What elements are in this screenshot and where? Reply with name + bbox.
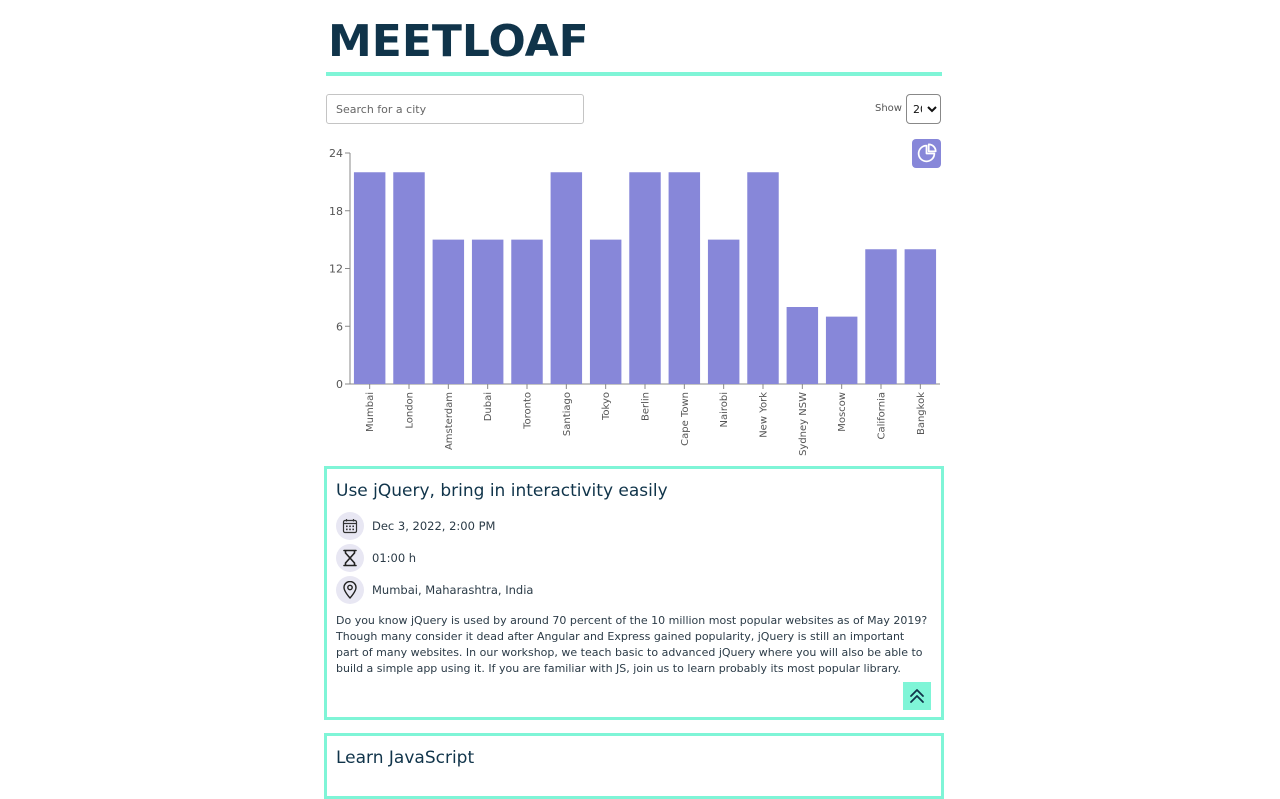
event-card: Learn JavaScript xyxy=(324,733,944,799)
y-tick-label: 0 xyxy=(336,378,343,391)
title-divider xyxy=(326,72,942,76)
city-search-input[interactable] xyxy=(326,94,584,124)
event-card: Use jQuery, bring in interactivity easil… xyxy=(324,466,944,720)
x-tick-label: Amsterdam xyxy=(444,392,455,450)
map-pin-icon xyxy=(336,576,364,604)
collapse-details-button[interactable] xyxy=(903,682,931,710)
bar-dubai xyxy=(471,239,504,384)
show-label: Show xyxy=(875,103,902,114)
event-date: Dec 3, 2022, 2:00 PM xyxy=(372,519,496,533)
app-title: MEETLOAF xyxy=(328,16,589,67)
pie-chart-toggle-button[interactable] xyxy=(912,139,941,168)
x-tick-label: Toronto xyxy=(523,392,534,430)
x-tick-label: Cape Town xyxy=(680,392,691,446)
event-title: Use jQuery, bring in interactivity easil… xyxy=(336,481,668,501)
x-tick-label: Berlin xyxy=(641,392,652,421)
calendar-icon xyxy=(336,512,364,540)
event-title: Learn JavaScript xyxy=(336,748,475,768)
y-tick-label: 6 xyxy=(336,320,343,333)
bar-london xyxy=(393,172,425,384)
chevron-up-double-icon xyxy=(910,689,924,703)
bar-moscow xyxy=(825,316,858,384)
event-date-row: Dec 3, 2022, 2:00 PM xyxy=(336,512,495,540)
event-description: Do you know jQuery is used by around 70 … xyxy=(336,614,928,675)
bar-mumbai xyxy=(353,172,386,384)
x-tick-label: Santiago xyxy=(562,392,573,436)
event-location: Mumbai, Maharashtra, India xyxy=(372,583,534,597)
y-tick-label: 12 xyxy=(329,263,343,276)
y-tick-label: 24 xyxy=(329,147,343,160)
x-tick-label: Moscow xyxy=(837,392,848,432)
x-tick-label: California xyxy=(877,392,888,440)
bar-cape-town xyxy=(668,172,701,384)
x-tick-label: Sydney NSW xyxy=(798,392,809,456)
bar-tokyo xyxy=(589,239,622,384)
bar-california xyxy=(865,249,897,384)
events-bar-chart: 0 6 12 18 24 Mumbai London Amsterdam Dubai Toront… xyxy=(329,147,940,456)
bar-sydney-nsw xyxy=(786,307,819,384)
bar-toronto xyxy=(511,239,543,384)
y-tick-label: 18 xyxy=(329,205,343,218)
bar-bangkok xyxy=(904,249,937,384)
event-location-row: Mumbai, Maharashtra, India xyxy=(336,576,533,604)
x-tick-label: London xyxy=(405,392,416,429)
x-tick-label: Dubai xyxy=(483,392,494,421)
pie-chart-icon xyxy=(917,143,937,163)
x-tick-label: Mumbai xyxy=(365,392,376,432)
event-duration-row: 01:00 h xyxy=(336,544,416,572)
x-tick-label: Bangkok xyxy=(916,392,927,435)
show-count-select[interactable]: 20 xyxy=(906,94,941,124)
bar-nairobi xyxy=(707,239,740,384)
x-tick-label: Tokyo xyxy=(601,392,612,421)
hourglass-icon xyxy=(336,544,364,572)
bar-amsterdam xyxy=(432,239,465,384)
bar-berlin xyxy=(629,172,661,384)
bar-santiago xyxy=(550,172,583,384)
event-duration: 01:00 h xyxy=(372,551,417,565)
x-tick-label: Nairobi xyxy=(719,392,730,428)
bar-new-york xyxy=(747,172,779,384)
x-tick-label: New York xyxy=(759,392,770,438)
